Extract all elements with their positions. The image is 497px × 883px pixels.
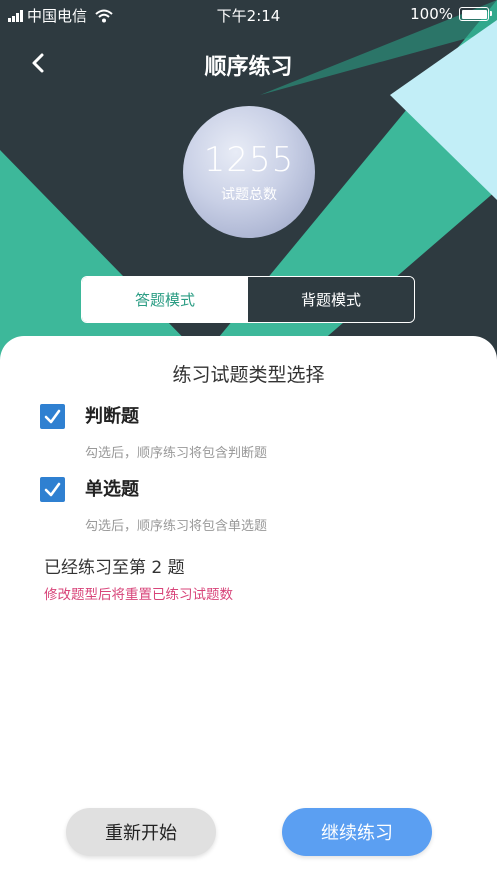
check-icon [44, 409, 61, 424]
battery-percent: 100% [410, 5, 453, 23]
tab-memorize-mode[interactable]: 背题模式 [248, 277, 414, 322]
battery-icon [459, 7, 492, 21]
reset-warning: 修改题型后将重置已练习试题数 [44, 587, 233, 603]
check-icon [44, 482, 61, 497]
true-false-checkbox[interactable] [40, 404, 65, 429]
tab-answer-mode[interactable]: 答题模式 [82, 277, 248, 322]
panel-title: 练习试题类型选择 [172, 364, 325, 386]
continue-button[interactable]: 继续练习 [282, 808, 432, 856]
true-false-label: 判断题 [85, 406, 139, 427]
single-choice-description: 勾选后，顺序练习将包含单选题 [85, 519, 268, 534]
status-bar: 中国电信 下午2:14 100% [0, 0, 497, 30]
mode-switch: 答题模式 背题模式 [81, 276, 415, 323]
total-count-label: 试题总数 [221, 187, 277, 203]
total-count-circle: 1255 试题总数 [183, 106, 315, 238]
type-selection-panel: 练习试题类型选择 判断题 勾选后，顺序练习将包含判断题 单选题 勾选后，顺序练习… [0, 336, 497, 883]
page-title: 顺序练习 [204, 55, 293, 80]
progress-text: 已经练习至第 2 题 [44, 558, 185, 578]
single-choice-label: 单选题 [85, 479, 139, 500]
header-banner: 中国电信 下午2:14 100% 顺序练习 1255 试题总数 答题模式 背题模… [0, 0, 497, 360]
true-false-description: 勾选后，顺序练习将包含判断题 [85, 446, 268, 461]
single-choice-checkbox[interactable] [40, 477, 65, 502]
restart-button[interactable]: 重新开始 [66, 808, 216, 856]
total-count: 1255 [203, 140, 295, 180]
